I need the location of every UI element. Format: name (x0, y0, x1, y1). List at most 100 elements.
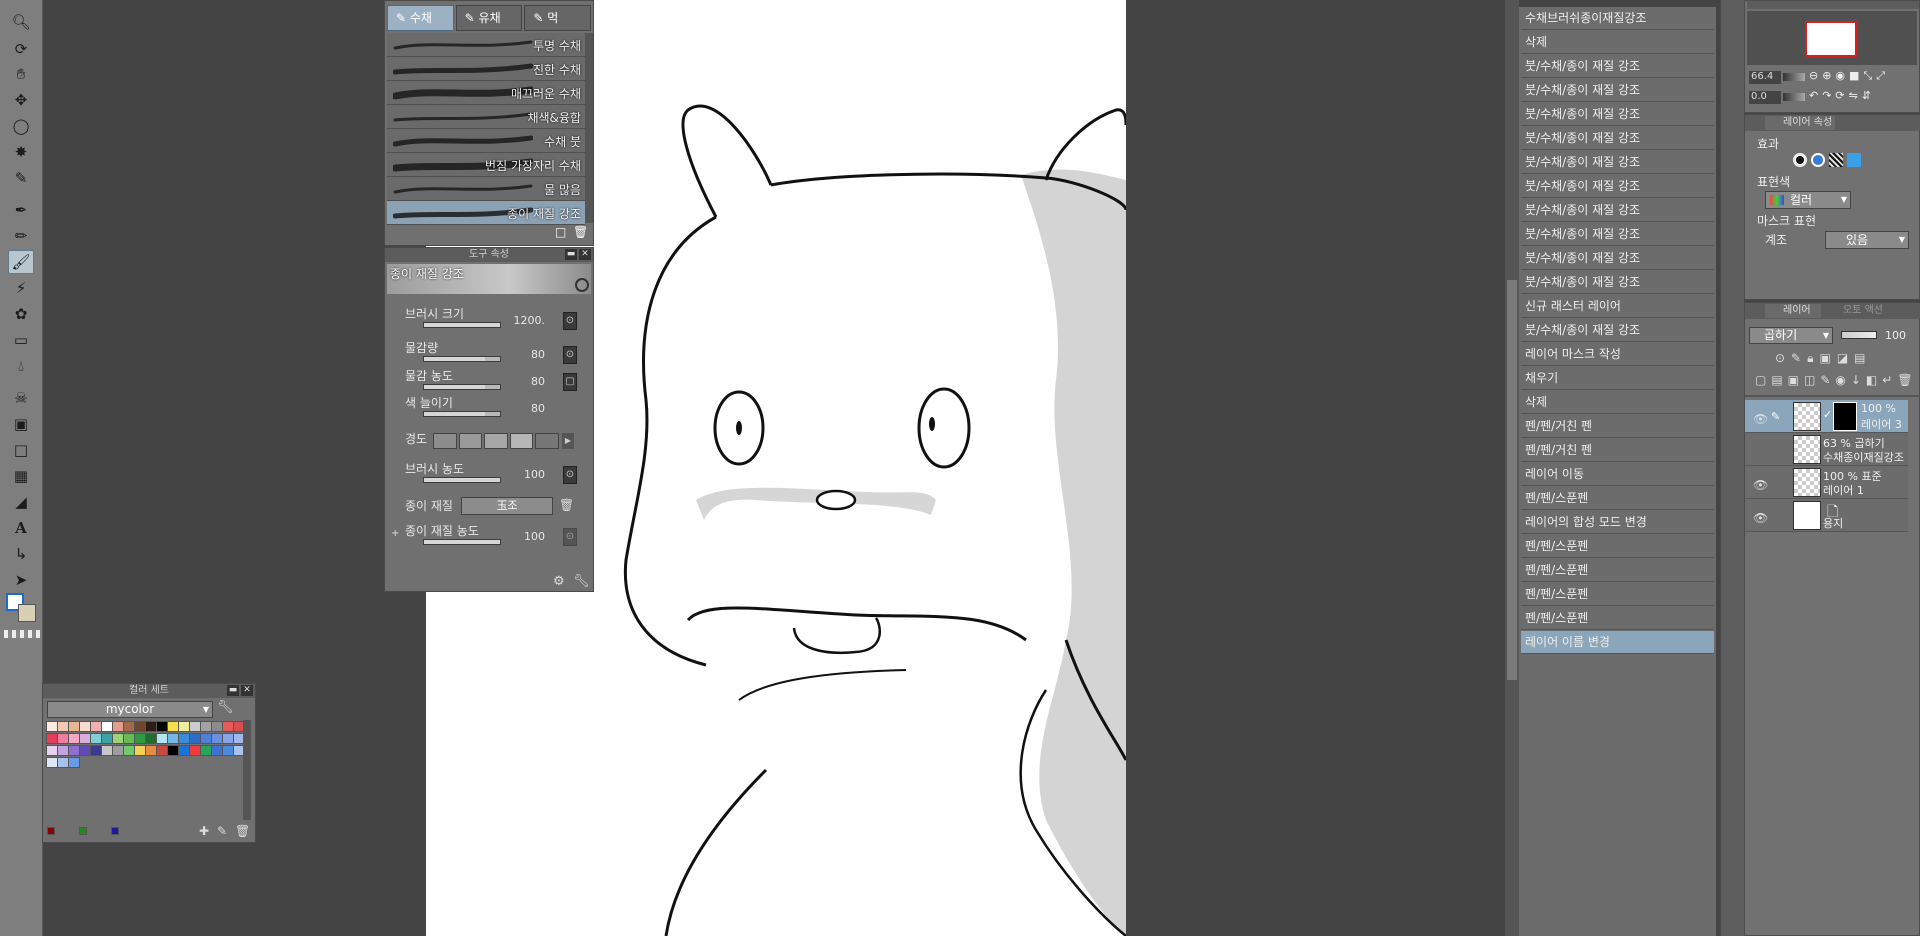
sub-color-swatch[interactable] (18, 604, 36, 622)
layer-row[interactable]: 👁︎ 🗋︎ 용지 (1745, 499, 1908, 532)
recent-color-swatch[interactable] (111, 827, 119, 835)
tab-ink[interactable]: ✎ 먹 (524, 5, 592, 31)
history-item[interactable]: 붓/수채/종이 재질 강조 (1521, 223, 1714, 246)
brush-density-value[interactable]: 100 (505, 468, 545, 481)
eye-icon[interactable]: 👁︎ (1753, 478, 1768, 492)
history-item[interactable]: 붓/수채/종이 재질 강조 (1521, 55, 1714, 78)
brush-icon[interactable]: 🖌︎ (8, 250, 34, 274)
paint-density-value[interactable]: 80 (505, 375, 545, 388)
history-item[interactable]: 붓/수채/종이 재질 강조 (1521, 271, 1714, 294)
blend-icon[interactable]: 💧︎ (8, 354, 34, 378)
rotation-buttons[interactable]: ↶↷⟳⇋⇵ (1809, 89, 1875, 102)
fill-icon[interactable]: ☠︎ (8, 386, 34, 410)
brush-size-value[interactable]: 1200. (505, 314, 546, 327)
zoom-buttons[interactable]: ⊖⊕◉■⤡⤢ (1809, 69, 1889, 83)
zoom-slider[interactable] (1783, 73, 1805, 81)
paint-amount-slider[interactable] (423, 356, 501, 362)
paper-texture-selector[interactable]: 玉조 (461, 497, 553, 515)
history-item[interactable]: 레이어의 합성 모드 변경 (1521, 511, 1714, 534)
swatch-scrollbar[interactable] (243, 720, 251, 820)
color-set-dropdown[interactable]: mycolor ▼ (47, 701, 213, 718)
opacity-value[interactable]: 100 (1885, 329, 1906, 342)
history-item[interactable]: 붓/수채/종이 재질 강조 (1521, 319, 1714, 342)
pen-icon[interactable]: ✒ (8, 198, 34, 222)
history-item[interactable]: 수채브러쉬종이재질강조 (1521, 7, 1714, 30)
eye-icon[interactable]: 👁︎ (1753, 412, 1768, 426)
object-icon[interactable]: ➤ (8, 568, 34, 592)
paper-texture-density-value[interactable]: 100 (505, 530, 545, 543)
brush-item[interactable]: 진한 수채 (387, 57, 585, 81)
hardness-selector[interactable] (433, 433, 559, 449)
wrench-icon[interactable]: 🔧︎ (217, 700, 234, 715)
zoom-icon[interactable]: 🔍︎ (8, 10, 34, 34)
paper-texture-density-slider[interactable] (423, 539, 501, 545)
rotation-slider[interactable] (1783, 93, 1805, 101)
expand-icon[interactable]: + (391, 528, 399, 539)
history-item[interactable]: 레이어 이동 (1521, 463, 1714, 486)
tab-auto-action[interactable]: 오토 액션 (1825, 304, 1891, 318)
history-item[interactable]: 삭제 (1521, 31, 1714, 54)
text-icon[interactable]: A (8, 516, 34, 540)
history-item[interactable]: 펜/펜/스푼펜 (1521, 583, 1714, 606)
history-item[interactable]: 펜/펜/거친 펜 (1521, 415, 1714, 438)
history-item[interactable]: 붓/수채/종이 재질 강조 (1521, 199, 1714, 222)
balloon-icon[interactable]: ↳ (8, 542, 34, 566)
recent-color-swatch[interactable] (47, 827, 55, 835)
history-item[interactable]: 레이어 마스크 작성 (1521, 343, 1714, 366)
airbrush-icon[interactable]: ⚡︎ (8, 276, 34, 300)
pressure-icon[interactable]: ⊙ (563, 312, 577, 330)
brush-item[interactable]: 종이 재질 강조 (387, 201, 585, 225)
history-item[interactable]: 신규 래스터 레이어 (1521, 295, 1714, 318)
ruler-icon[interactable]: ◢ (8, 490, 34, 514)
layer-row[interactable]: 63 % 곱하기 수채종이재질강조 (1745, 433, 1908, 466)
edit-color-icon[interactable]: ✎ (217, 824, 227, 838)
history-item[interactable]: 붓/수채/종이 재질 강조 (1521, 103, 1714, 126)
history-item[interactable]: 펜/펜/스푼펜 (1521, 607, 1714, 630)
rotate-view-icon[interactable]: ⟳ (8, 37, 34, 61)
history-item[interactable]: 붓/수채/종이 재질 강조 (1521, 175, 1714, 198)
gradient-icon[interactable]: ▣ (8, 412, 34, 436)
brush-item[interactable]: 매끄러운 수채 (387, 81, 585, 105)
eyedropper-icon[interactable]: ✎ (8, 166, 34, 190)
color-stretch-value[interactable]: 80 (505, 402, 545, 415)
pressure-icon[interactable]: ⊙ (563, 466, 577, 484)
pencil-icon[interactable]: ✏︎ (8, 224, 34, 248)
history-item[interactable]: 붓/수채/종이 재질 강조 (1521, 79, 1714, 102)
brush-list-scrollbar[interactable] (585, 33, 593, 223)
zoom-value[interactable]: 66.4 (1749, 71, 1781, 84)
decoration-icon[interactable]: ✿ (8, 302, 34, 326)
history-item[interactable]: 붓/수채/종이 재질 강조 (1521, 247, 1714, 270)
brush-item[interactable]: 물 많음 (387, 177, 585, 201)
layer-row[interactable]: 👁︎ ✎ ✓ 100 % 레이어 3 (1745, 400, 1908, 433)
history-item[interactable]: 펜/펜/스푼펜 (1521, 487, 1714, 510)
transparent-color-icon[interactable] (4, 630, 40, 638)
eye-icon[interactable]: 👁︎ (1753, 511, 1768, 525)
history-item[interactable]: 레이어 이름 변경 (1521, 631, 1714, 654)
expression-color-dropdown[interactable]: 컬러 ▼ (1765, 191, 1851, 209)
rotation-value[interactable]: 0.0 (1749, 91, 1781, 104)
layer-lock-buttons[interactable]: ⊙✎🔒︎▣◪▤ (1775, 351, 1872, 366)
layer-action-buttons[interactable]: ▢▤▣◫✎◉↓◧↵🗑︎ (1755, 373, 1918, 387)
tab-oil[interactable]: ✎ 유채 (455, 5, 523, 31)
effect-buttons[interactable] (1793, 152, 1909, 168)
layer-row[interactable]: 👁︎ 100 % 표준 레이어 1 (1745, 466, 1908, 499)
history-item[interactable]: 삭제 (1521, 391, 1714, 414)
brush-item[interactable]: 채색&융합 (387, 105, 585, 129)
paint-density-slider[interactable] (423, 384, 501, 390)
eraser-icon[interactable]: ▭ (8, 328, 34, 352)
history-item[interactable]: 붓/수채/종이 재질 강조 (1521, 127, 1714, 150)
clear-texture-icon[interactable]: 🗑︎ (559, 498, 574, 512)
tab-layers[interactable]: 레이어 (1765, 304, 1821, 318)
wrench-icon[interactable]: 🔧︎ (573, 574, 590, 589)
recent-color-swatch[interactable] (79, 827, 87, 835)
settings-icon[interactable]: ⚙ (553, 574, 565, 589)
history-item[interactable]: 펜/펜/스푼펜 (1521, 559, 1714, 582)
history-item[interactable]: 채우기 (1521, 367, 1714, 390)
trash-icon[interactable]: 🗑︎ (573, 225, 588, 239)
brush-item[interactable]: 수채 붓 (387, 129, 585, 153)
history-item[interactable]: 펜/펜/스푼펜 (1521, 535, 1714, 558)
brush-density-slider[interactable] (423, 477, 501, 483)
lasso-icon[interactable]: ◯ (8, 114, 34, 138)
minimize-icon[interactable]: ▬ (565, 249, 577, 260)
brush-item[interactable]: 투명 수채 (387, 33, 585, 57)
